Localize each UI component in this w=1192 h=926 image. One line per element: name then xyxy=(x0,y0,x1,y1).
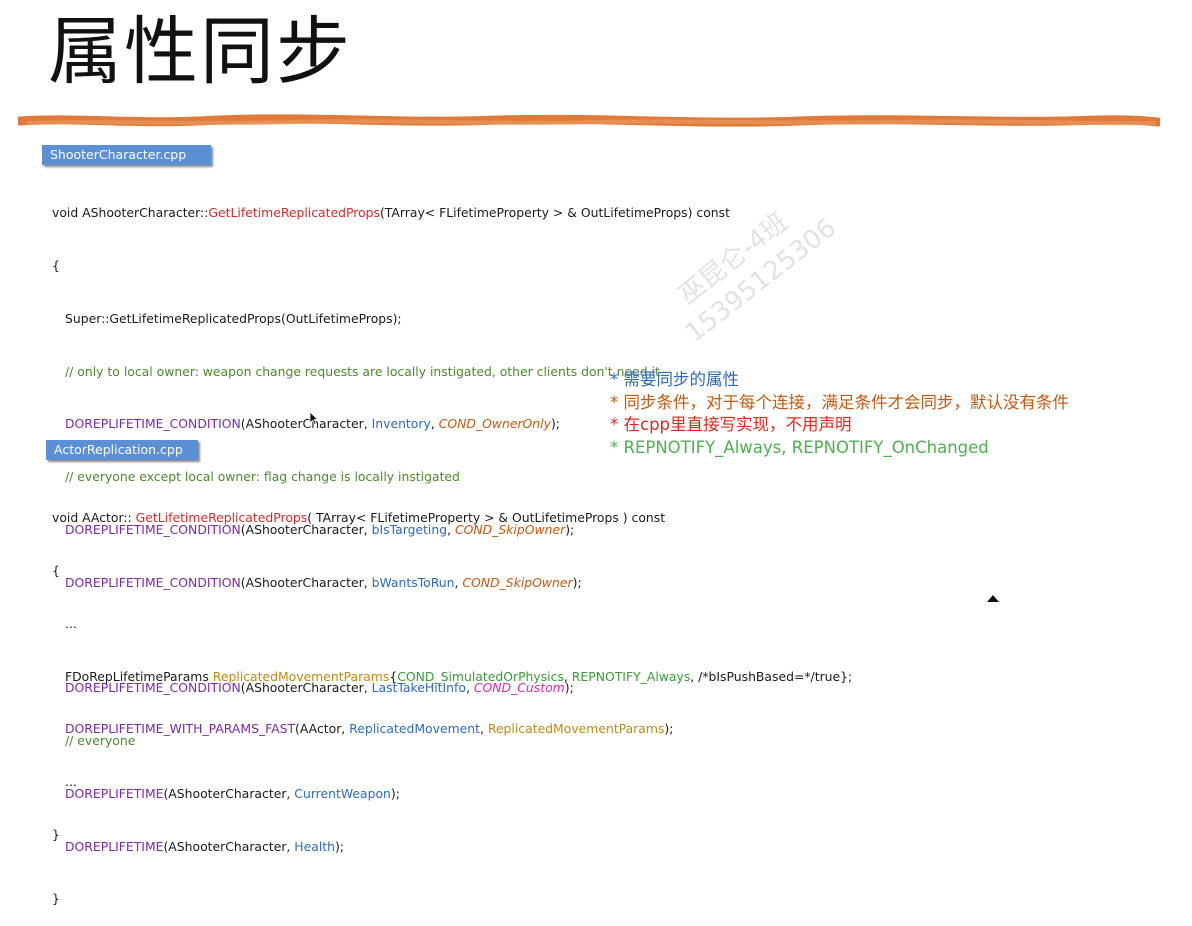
file-tab-shooter-character: ShooterCharacter.cpp xyxy=(42,145,211,165)
note-cpp-implementation: * 在cpp里直接写实现，不用声明 xyxy=(610,414,1069,437)
code-line: ... xyxy=(52,773,852,791)
note-text: 里直接写实现，不用声明 xyxy=(670,415,852,434)
code-text: (AActor, xyxy=(295,721,350,737)
code-line: Super::GetLifetimeReplicatedProps(OutLif… xyxy=(52,310,730,328)
code-text: Super::GetLifetimeReplicatedProps(OutLif… xyxy=(65,310,402,326)
code-text: , xyxy=(563,668,572,684)
code-line: void AActor:: GetLifetimeReplicatedProps… xyxy=(52,509,852,527)
triangle-up-icon xyxy=(987,595,999,602)
code-text: FDoRepLifetimeParams xyxy=(65,668,213,684)
code-line: { xyxy=(52,257,730,275)
brush-stroke-divider xyxy=(18,114,1160,127)
code-text: ); xyxy=(550,416,560,432)
code-macro: DOREPLIFETIME_CONDITION xyxy=(65,416,241,432)
code-ellipsis: ... xyxy=(65,615,77,631)
code-condition: COND_SimulatedOrPhysics xyxy=(397,668,564,684)
note-repnotify: * REPNOTIFY_Always, REPNOTIFY_OnChanged xyxy=(610,437,989,457)
code-variable: ReplicatedMovementParams xyxy=(212,668,390,684)
file-tab-actor-replication: ActorReplication.cpp xyxy=(46,440,198,460)
note-sync-conditions: * 同步条件，对于每个连接，满足条件才会同步，默认没有条件 xyxy=(610,392,1069,412)
code-line: } xyxy=(52,826,852,844)
notes-list: * 需要同步的属性 * 同步条件，对于每个连接，满足条件才会同步，默认没有条件 … xyxy=(610,369,1069,459)
code-function-name: GetLifetimeReplicatedProps xyxy=(135,510,308,526)
code-text: , xyxy=(479,721,488,737)
code-brace: { xyxy=(52,257,60,273)
code-text: void AShooterCharacter:: xyxy=(52,205,209,221)
mouse-pointer-icon xyxy=(309,411,319,425)
code-line: void AShooterCharacter::GetLifetimeRepli… xyxy=(52,204,730,222)
code-function-name: GetLifetimeReplicatedProps xyxy=(208,205,380,221)
code-member: Inventory xyxy=(371,416,431,432)
code-line: DOREPLIFETIME_WITH_PARAMS_FAST(AActor, R… xyxy=(52,720,852,738)
code-text: , /*bIsPushBased=*/true}; xyxy=(690,668,853,684)
code-brace: } xyxy=(52,891,60,907)
code-text: ( TArray< FLifetimeProperty > & OutLifet… xyxy=(307,510,666,526)
code-variable: ReplicatedMovementParams xyxy=(487,721,665,737)
code-line: ... xyxy=(52,615,852,633)
code-macro: DOREPLIFETIME_WITH_PARAMS_FAST xyxy=(65,721,296,737)
code-ellipsis: ... xyxy=(65,774,77,790)
note-synced-properties: * 需要同步的属性 xyxy=(610,370,739,389)
code-line: FDoRepLifetimeParams ReplicatedMovementP… xyxy=(52,668,852,686)
code-line: } xyxy=(52,890,730,908)
code-block-actor-replication: void AActor:: GetLifetimeReplicatedProps… xyxy=(52,474,852,861)
slide-title: 属性同步 xyxy=(48,9,352,95)
code-text: (AShooterCharacter, xyxy=(240,416,372,432)
code-brace: } xyxy=(52,826,60,842)
watermark: 巫昆仑-4班 15395125306 xyxy=(673,207,842,340)
code-member: ReplicatedMovement xyxy=(349,721,480,737)
code-condition: COND_OwnerOnly xyxy=(438,416,551,432)
code-text: void AActor:: xyxy=(52,510,136,526)
code-text: , xyxy=(430,416,439,432)
code-brace: { xyxy=(52,562,60,578)
code-line: { xyxy=(52,562,852,580)
code-repnotify: REPNOTIFY_Always xyxy=(571,668,691,684)
note-text: cpp xyxy=(640,415,671,434)
note-text: * 在 xyxy=(610,415,640,434)
code-text: { xyxy=(389,668,398,684)
code-text: ); xyxy=(664,721,674,737)
